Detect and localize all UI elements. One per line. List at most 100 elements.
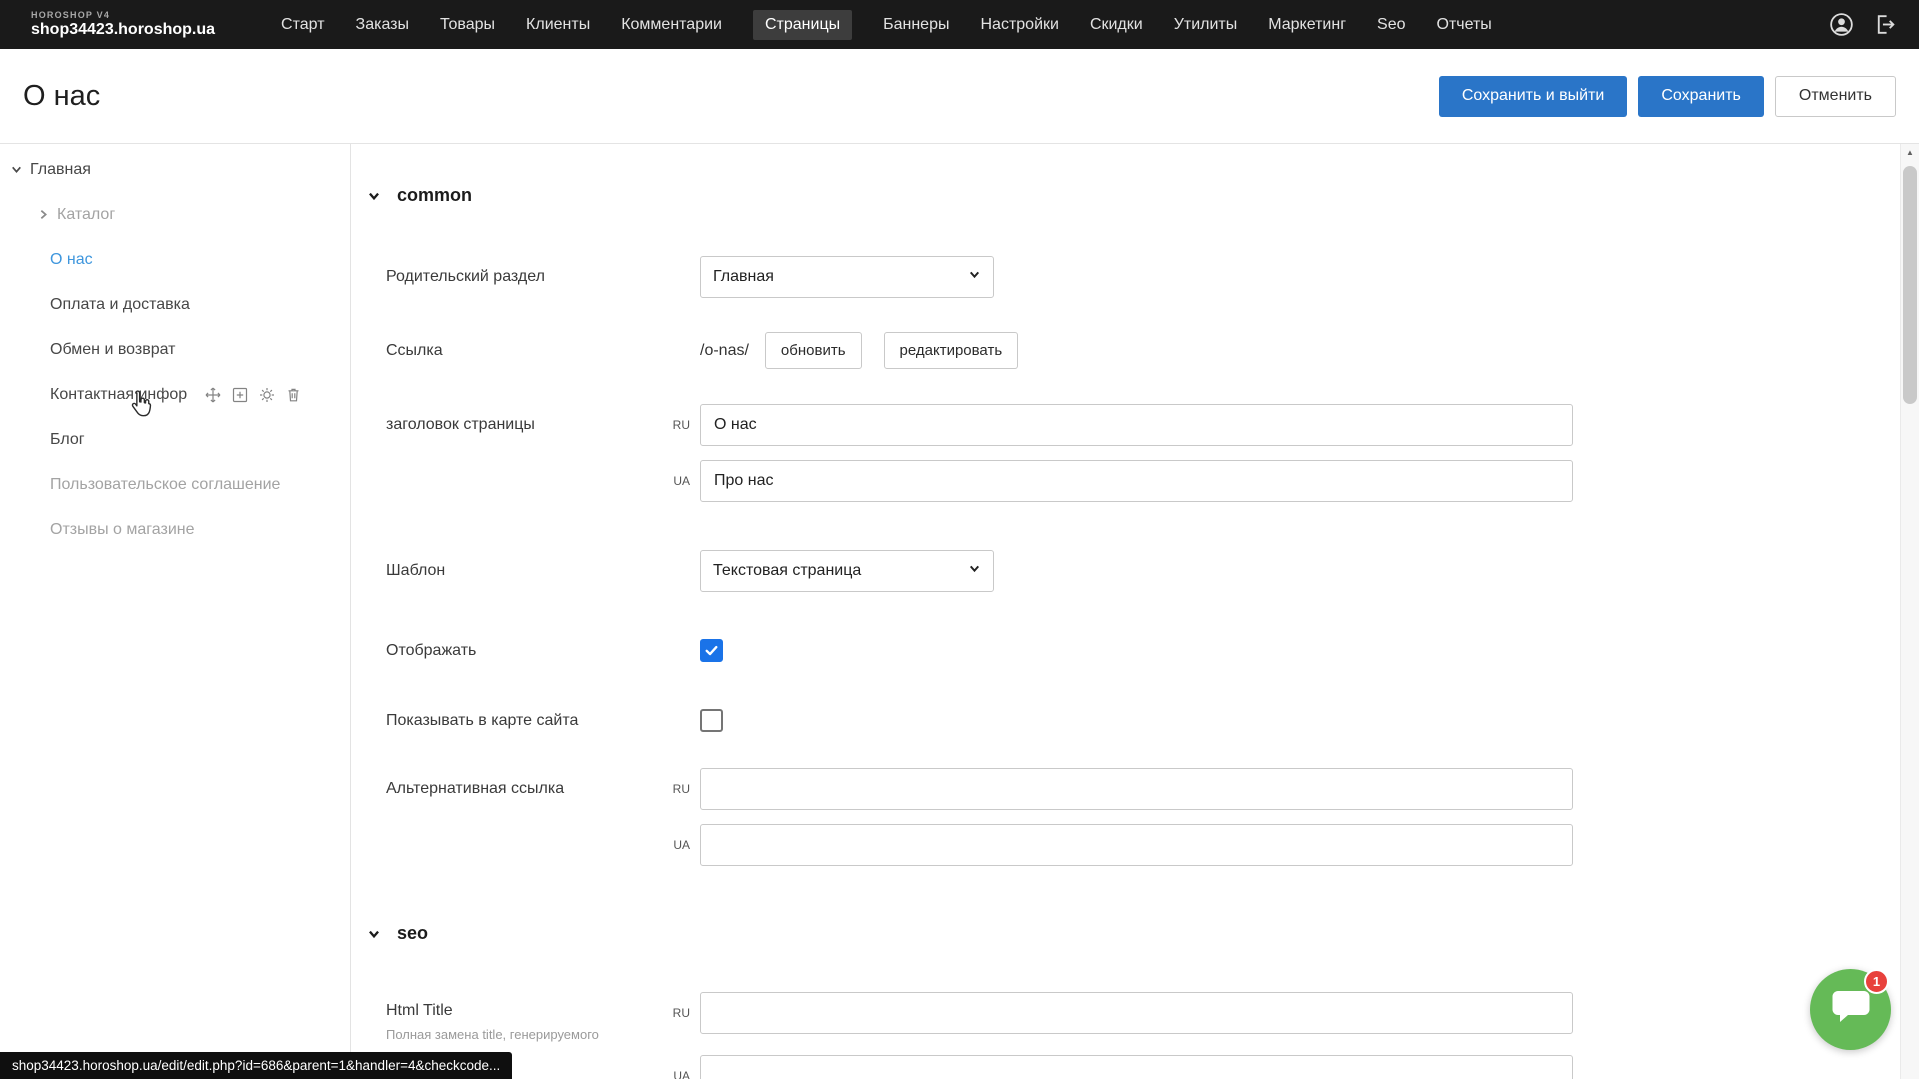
parent-section-select[interactable]: Главная <box>700 256 994 298</box>
section-common[interactable]: common <box>367 185 1919 206</box>
chevron-right-icon[interactable] <box>37 208 50 221</box>
alt-link-ua-input[interactable] <box>700 824 1573 866</box>
sitemap-checkbox[interactable] <box>700 709 723 732</box>
lang-badge-ua: UA <box>658 838 700 852</box>
cancel-button[interactable]: Отменить <box>1775 76 1896 117</box>
content-area: Главная Каталог О нас Оплата и доставка … <box>0 144 1919 1079</box>
menu-item-skidki[interactable]: Скидки <box>1090 16 1143 34</box>
selected-value: Текстовая страница <box>713 562 861 580</box>
chevron-down-icon[interactable] <box>10 163 23 176</box>
tree-item-glavnaya[interactable]: Главная <box>0 147 350 192</box>
app-window: HOROSHOP V4 shop34423.horoshop.ua Старт … <box>0 0 1919 1079</box>
brand[interactable]: HOROSHOP V4 shop34423.horoshop.ua <box>31 10 215 39</box>
pages-tree: Главная Каталог О нас Оплата и доставка … <box>0 144 351 1079</box>
page-title: О нас <box>23 80 100 113</box>
display-label: Отображать <box>386 642 658 660</box>
page-title-ru-row: заголовок страницы RU <box>386 404 1919 446</box>
scrollbar[interactable]: ▲ <box>1900 144 1919 1079</box>
main-menu: Старт Заказы Товары Клиенты Комментарии … <box>281 10 1492 40</box>
tree-item-kontaktnaya-infor[interactable]: Контактная инфор <box>0 372 350 417</box>
save-button[interactable]: Сохранить <box>1638 76 1764 117</box>
parent-section-row: Родительский раздел Главная <box>386 256 1919 298</box>
page-header: О нас Сохранить и выйти Сохранить Отмени… <box>0 49 1919 144</box>
selected-value: Главная <box>713 268 774 286</box>
tree-item-actions <box>205 387 301 403</box>
chevron-down-icon <box>367 189 381 203</box>
tree-item-katalog[interactable]: Каталог <box>0 192 350 237</box>
tree-item-otzyvy-o-magazine[interactable]: Отзывы о магазине <box>0 507 350 552</box>
tree-item-o-nas[interactable]: О нас <box>0 237 350 282</box>
menu-item-klienty[interactable]: Клиенты <box>526 16 590 34</box>
logout-icon[interactable] <box>1872 12 1897 37</box>
menu-item-zakazy[interactable]: Заказы <box>356 16 409 34</box>
html-title-ru-row: Html Title Полная замена title, генериру… <box>386 992 1919 1042</box>
sitemap-row: Показывать в карте сайта <box>386 709 1919 732</box>
link-row: Ссылка /o-nas/ обновить редактировать <box>386 332 1919 369</box>
tree-item-label: Блог <box>50 431 85 449</box>
page-title-ua-input[interactable] <box>700 460 1573 502</box>
menu-item-kommentarii[interactable]: Комментарии <box>621 16 722 34</box>
tree-item-label: Обмен и возврат <box>50 341 175 359</box>
lang-badge-ua: UA <box>658 1069 700 1079</box>
html-title-ua-input[interactable] <box>700 1055 1573 1079</box>
page-title-ua-row: UA <box>386 460 1919 502</box>
html-title-label: Html Title <box>386 1002 453 1019</box>
tree-item-label: Оплата и доставка <box>50 296 190 314</box>
link-update-button[interactable]: обновить <box>765 332 862 369</box>
gear-icon[interactable] <box>259 387 275 403</box>
edit-form: common Родительский раздел Главная Ссылк… <box>351 144 1919 1079</box>
tree-item-polzovatelskoe-soglashenie[interactable]: Пользовательское соглашение <box>0 462 350 507</box>
chevron-down-icon <box>968 562 981 580</box>
html-title-ru-input[interactable] <box>700 992 1573 1034</box>
menu-item-stranitsy[interactable]: Страницы <box>753 10 852 40</box>
menu-item-tovary[interactable]: Товары <box>440 16 495 34</box>
chevron-down-icon <box>367 927 381 941</box>
status-url: shop34423.horoshop.ua/edit/edit.php?id=6… <box>0 1052 512 1079</box>
template-select[interactable]: Текстовая страница <box>700 550 994 592</box>
move-icon[interactable] <box>205 387 221 403</box>
tree-item-label: Отзывы о магазине <box>50 521 195 539</box>
scrollbar-thumb[interactable] <box>1903 166 1917 404</box>
link-value: /o-nas/ <box>700 342 749 360</box>
page-title-label: заголовок страницы <box>386 416 658 434</box>
template-row: Шаблон Текстовая страница <box>386 550 1919 592</box>
menu-item-marketing[interactable]: Маркетинг <box>1268 16 1346 34</box>
add-page-icon[interactable] <box>232 387 248 403</box>
link-edit-button[interactable]: редактировать <box>884 332 1019 369</box>
chat-badge: 1 <box>1864 969 1889 994</box>
tree-item-oplata-i-dostavka[interactable]: Оплата и доставка <box>0 282 350 327</box>
section-seo[interactable]: seo <box>367 923 1919 944</box>
html-title-hint: Полная замена title, генерируемого <box>386 1027 658 1042</box>
brand-domain: shop34423.horoshop.ua <box>31 21 215 39</box>
tree-item-label: Контактная инфор <box>50 386 187 404</box>
link-label: Ссылка <box>386 342 658 360</box>
alt-link-ru-input[interactable] <box>700 768 1573 810</box>
account-icon[interactable] <box>1828 11 1855 38</box>
trash-icon[interactable] <box>286 387 301 403</box>
save-and-exit-button[interactable]: Сохранить и выйти <box>1439 76 1628 117</box>
tree-item-label: Каталог <box>57 206 115 224</box>
tree-item-label: Главная <box>30 161 91 179</box>
menu-item-otchety[interactable]: Отчеты <box>1437 16 1492 34</box>
menu-item-seo[interactable]: Seo <box>1377 16 1405 34</box>
navbar-right-icons <box>1828 11 1897 38</box>
brand-version: HOROSHOP V4 <box>31 10 215 20</box>
scrollbar-up-arrow[interactable]: ▲ <box>1901 144 1919 162</box>
tree-item-obmen-i-vozvrat[interactable]: Обмен и возврат <box>0 327 350 372</box>
lang-badge-ru: RU <box>658 418 700 432</box>
tree-item-blog[interactable]: Блог <box>0 417 350 462</box>
menu-item-nastroyki[interactable]: Настройки <box>980 16 1058 34</box>
menu-item-utility[interactable]: Утилиты <box>1174 16 1238 34</box>
menu-item-bannery[interactable]: Баннеры <box>883 16 949 34</box>
html-title-ua-row: UA <box>386 1055 1919 1079</box>
section-label: seo <box>397 923 428 944</box>
display-checkbox[interactable] <box>700 639 723 662</box>
chat-launcher[interactable]: 1 <box>1810 969 1891 1050</box>
top-navbar: HOROSHOP V4 shop34423.horoshop.ua Старт … <box>0 0 1919 49</box>
section-label: common <box>397 185 472 206</box>
menu-item-start[interactable]: Старт <box>281 16 324 34</box>
alt-link-ua-row: UA <box>386 824 1919 866</box>
page-title-ru-input[interactable] <box>700 404 1573 446</box>
tree-item-label: Пользовательское соглашение <box>50 476 280 494</box>
chevron-down-icon <box>968 268 981 286</box>
